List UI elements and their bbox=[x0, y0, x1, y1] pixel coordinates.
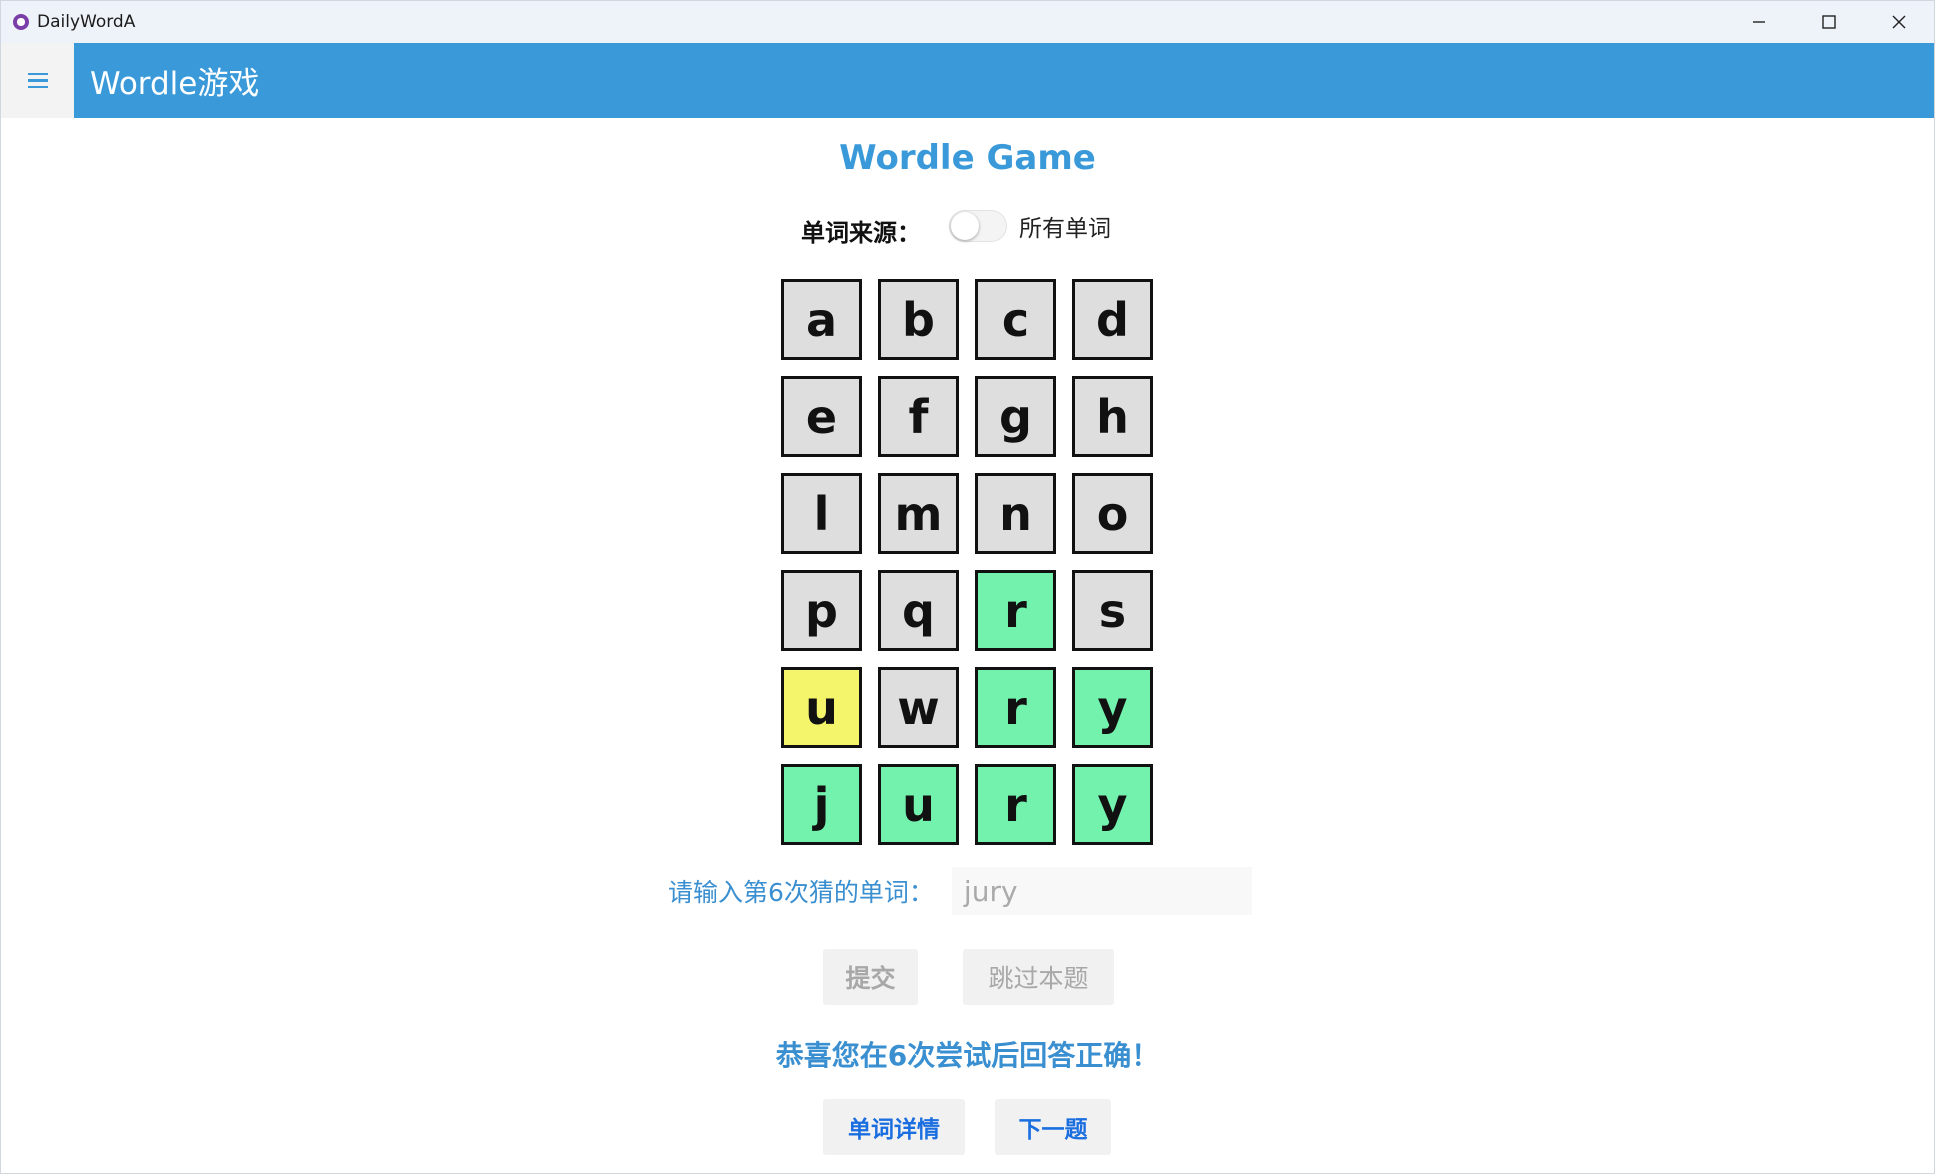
letter-tile: l bbox=[781, 473, 862, 554]
title-bar: DailyWordA bbox=[1, 1, 1934, 43]
letter-tile: f bbox=[878, 376, 959, 457]
guess-input[interactable]: jury bbox=[951, 867, 1252, 915]
guess-input-label: 请输入第6次猜的单词： bbox=[668, 878, 934, 907]
letter-tile: q bbox=[878, 570, 959, 651]
letter-tile: b bbox=[878, 279, 959, 360]
submit-button[interactable]: 提交 bbox=[823, 949, 918, 1005]
letter-tile: y bbox=[1072, 764, 1153, 845]
window-title: DailyWordA bbox=[37, 12, 136, 32]
page-title: Wordle游戏 bbox=[90, 66, 260, 102]
letter-tile: c bbox=[975, 279, 1056, 360]
letter-tile: o bbox=[1072, 473, 1153, 554]
app-logo-icon bbox=[13, 14, 29, 30]
success-message: 恭喜您在6次尝试后回答正确！ bbox=[775, 1039, 1160, 1072]
minimize-icon bbox=[1753, 21, 1765, 23]
letter-tile: w bbox=[878, 667, 959, 748]
guess-row: 请输入第6次猜的单词： jury bbox=[668, 867, 1252, 915]
letter-tile: p bbox=[781, 570, 862, 651]
menu-button[interactable] bbox=[1, 43, 74, 118]
letter-tile: a bbox=[781, 279, 862, 360]
letter-tile: y bbox=[1072, 667, 1153, 748]
window-controls bbox=[1724, 1, 1934, 43]
action-buttons: 提交 跳过本题 bbox=[823, 949, 1114, 1005]
word-source-row: 单词来源： 所有单词 bbox=[801, 203, 1111, 248]
letter-tile: s bbox=[1072, 570, 1153, 651]
minimize-button[interactable] bbox=[1724, 1, 1794, 43]
skip-button[interactable]: 跳过本题 bbox=[963, 949, 1114, 1005]
letter-tile: r bbox=[975, 764, 1056, 845]
letter-tile: m bbox=[878, 473, 959, 554]
game-title: Wordle Game bbox=[839, 138, 1096, 178]
letter-tile: d bbox=[1072, 279, 1153, 360]
toggle-knob bbox=[951, 211, 979, 240]
maximize-button[interactable] bbox=[1794, 1, 1864, 43]
maximize-icon bbox=[1822, 15, 1836, 29]
letter-tile: u bbox=[878, 764, 959, 845]
letter-tile: r bbox=[975, 570, 1056, 651]
app-window: DailyWordA Wordle游戏 Wordle Game 单词来源： 所有… bbox=[0, 0, 1935, 1174]
app-bar: Wordle游戏 bbox=[74, 43, 1934, 118]
letter-tile: u bbox=[781, 667, 862, 748]
word-source-toggle[interactable] bbox=[949, 209, 1007, 242]
close-window-button[interactable] bbox=[1864, 1, 1934, 43]
next-word-button[interactable]: 下一题 bbox=[995, 1099, 1111, 1155]
letter-tile: e bbox=[781, 376, 862, 457]
main-content: Wordle Game 单词来源： 所有单词 abcdefghlmnopqrsu… bbox=[1, 118, 1934, 1173]
hamburger-icon bbox=[27, 72, 48, 89]
word-details-button[interactable]: 单词详情 bbox=[823, 1099, 965, 1155]
letter-tile: j bbox=[781, 764, 862, 845]
word-source-toggle-label: 所有单词 bbox=[1019, 215, 1111, 242]
letter-tile: g bbox=[975, 376, 1056, 457]
letter-tile: r bbox=[975, 667, 1056, 748]
letter-tile: h bbox=[1072, 376, 1153, 457]
word-source-label: 单词来源： bbox=[801, 219, 921, 247]
close-icon bbox=[1892, 15, 1906, 29]
result-buttons: 单词详情 下一题 bbox=[823, 1099, 1111, 1155]
letter-grid: abcdefghlmnopqrsuwryjury bbox=[781, 279, 1153, 845]
letter-tile: n bbox=[975, 473, 1056, 554]
